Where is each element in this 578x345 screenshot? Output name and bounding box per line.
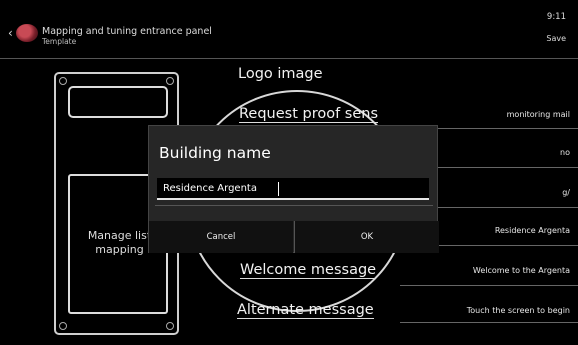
screw-icon <box>59 322 67 330</box>
ok-button[interactable]: OK <box>295 221 439 253</box>
building-name-input[interactable]: Residence Argenta <box>157 178 429 200</box>
save-button[interactable]: Save <box>546 34 566 43</box>
back-chevron-icon[interactable]: ‹ <box>8 26 13 40</box>
setting-logo-image[interactable]: Logo image <box>238 66 323 82</box>
text-cursor <box>278 182 279 196</box>
setting-request-proof[interactable]: Request proof sens <box>239 106 379 123</box>
app-logo-icon[interactable] <box>16 24 38 42</box>
value-request-proof: monitoring mail <box>506 110 570 119</box>
action-bar-divider <box>0 58 578 59</box>
value-welcome-message: Welcome to the Argenta <box>472 266 570 275</box>
status-clock: 9:11 <box>546 12 566 22</box>
screen-title: Mapping and tuning entrance panel <box>42 26 212 37</box>
row-divider <box>400 285 578 286</box>
value-alternate-message: Touch the screen to begin <box>466 306 570 315</box>
setting-welcome-message[interactable]: Welcome message <box>240 262 377 279</box>
screw-icon <box>166 77 174 85</box>
building-name-dialog: Building name Residence Argenta Cancel O… <box>148 125 439 253</box>
value-building: no <box>560 148 570 157</box>
screw-icon <box>166 322 174 330</box>
dialog-divider <box>155 205 433 206</box>
dialog-title: Building name <box>159 144 271 162</box>
value-welcome: g/ <box>562 188 570 197</box>
screw-icon <box>59 77 67 85</box>
panel-logo-slot[interactable] <box>68 86 168 118</box>
action-bar: ‹ Mapping and tuning entrance panel Temp… <box>0 0 578 58</box>
setting-alternate-message[interactable]: Alternate message <box>237 302 374 319</box>
row-divider <box>400 322 578 323</box>
value-residence: Residence Argenta <box>494 226 570 235</box>
cancel-button[interactable]: Cancel <box>149 221 293 253</box>
input-value: Residence Argenta <box>163 183 257 194</box>
screen-subtitle: Template <box>42 37 77 46</box>
